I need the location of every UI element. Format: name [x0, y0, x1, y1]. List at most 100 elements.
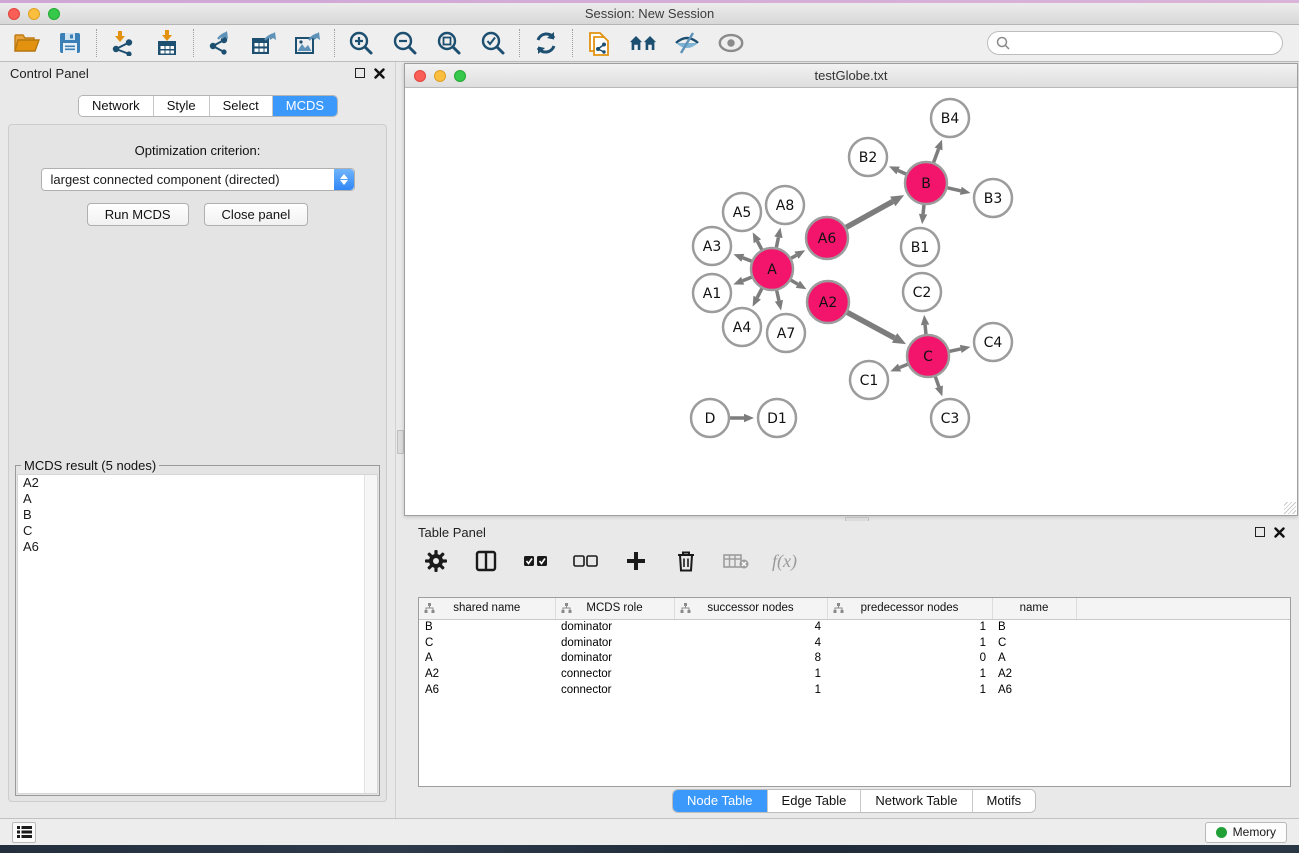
tab-select[interactable]: Select: [210, 96, 273, 116]
delete-table-icon[interactable]: [722, 547, 750, 575]
scrollbar[interactable]: [364, 475, 377, 793]
column-header[interactable]: MCDS role: [555, 598, 674, 619]
refresh-icon[interactable]: [532, 29, 560, 57]
export-network-icon[interactable]: [206, 29, 234, 57]
show-console-button[interactable]: [12, 822, 36, 843]
graph-node-label: A4: [733, 320, 752, 336]
table-cell[interactable]: C: [992, 635, 1076, 651]
columns-icon[interactable]: [472, 547, 500, 575]
table-cell[interactable]: dominator: [555, 635, 674, 651]
table-cell[interactable]: A2: [992, 666, 1076, 682]
tab-motifs[interactable]: Motifs: [973, 790, 1036, 812]
resize-grip-icon[interactable]: [1284, 502, 1296, 514]
import-table-icon[interactable]: [153, 29, 181, 57]
tab-mcds[interactable]: MCDS: [273, 96, 337, 116]
save-icon[interactable]: [56, 29, 84, 57]
table-row[interactable]: A6connector11A6: [419, 682, 1290, 698]
mcds-result-item[interactable]: A2: [18, 475, 377, 491]
arrowhead-icon: [919, 214, 927, 224]
graph-node-label: C: [923, 349, 933, 365]
table-row[interactable]: A2connector11A2: [419, 666, 1290, 682]
tab-node-table[interactable]: Node Table: [673, 790, 768, 812]
duplicate-network-icon[interactable]: [585, 29, 613, 57]
export-table-icon[interactable]: [250, 29, 278, 57]
table-cell[interactable]: connector: [555, 666, 674, 682]
table-cell[interactable]: 4: [674, 619, 827, 635]
add-column-icon[interactable]: [622, 547, 650, 575]
open-folder-icon[interactable]: [12, 29, 40, 57]
table-cell[interactable]: 8: [674, 650, 827, 666]
mcds-result-item[interactable]: A: [18, 491, 377, 507]
table-cell[interactable]: 4: [674, 635, 827, 651]
mcds-result-item[interactable]: C: [18, 523, 377, 539]
column-header[interactable]: name: [992, 598, 1076, 619]
zoom-fit-icon[interactable]: [435, 29, 463, 57]
column-header[interactable]: predecessor nodes: [827, 598, 992, 619]
table-row[interactable]: Adominator80A: [419, 650, 1290, 666]
table-cell[interactable]: dominator: [555, 619, 674, 635]
float-panel-icon[interactable]: [1255, 527, 1265, 537]
table-tabs: Node Table Edge Table Network Table Moti…: [672, 789, 1036, 813]
tab-edge-table[interactable]: Edge Table: [768, 790, 862, 812]
network-frame-titlebar[interactable]: testGlobe.txt: [405, 64, 1297, 88]
graph-node-label: D1: [767, 411, 787, 427]
mcds-result-item[interactable]: B: [18, 507, 377, 523]
control-panel-tabs: Network Style Select MCDS: [78, 95, 338, 117]
export-image-icon[interactable]: [294, 29, 322, 57]
window-title: Session: New Session: [0, 6, 1299, 21]
graph-node-label: A2: [819, 295, 837, 311]
run-mcds-button[interactable]: Run MCDS: [87, 203, 189, 226]
table-cell[interactable]: 1: [827, 682, 992, 698]
table-cell[interactable]: A6: [419, 682, 555, 698]
zoom-selected-icon[interactable]: [479, 29, 507, 57]
arrowhead-icon: [733, 277, 744, 285]
graph-node-label: C3: [941, 411, 960, 427]
float-panel-icon[interactable]: [355, 68, 365, 78]
column-header[interactable]: shared name: [419, 598, 555, 619]
search-input[interactable]: [987, 31, 1283, 55]
network-canvas[interactable]: AA1A2A3A4A5A6A7A8BB1B2B3B4CC1C2C3C4DD1: [405, 88, 1297, 515]
hide-panel-icon[interactable]: [673, 29, 701, 57]
table-cell[interactable]: A: [419, 650, 555, 666]
tab-network[interactable]: Network: [79, 96, 154, 116]
table-cell[interactable]: 0: [827, 650, 992, 666]
home-icon[interactable]: [629, 29, 657, 57]
close-panel-icon[interactable]: [374, 68, 385, 79]
close-panel-button[interactable]: Close panel: [204, 203, 309, 226]
table-row[interactable]: Cdominator41C: [419, 635, 1290, 651]
close-panel-icon[interactable]: [1274, 527, 1285, 538]
table-cell[interactable]: 1: [827, 666, 992, 682]
table-row[interactable]: Bdominator41B: [419, 619, 1290, 635]
memory-button[interactable]: Memory: [1205, 822, 1287, 843]
function-builder-icon[interactable]: f(x): [772, 551, 797, 572]
table-cell[interactable]: A6: [992, 682, 1076, 698]
table-cell[interactable]: A2: [419, 666, 555, 682]
criterion-select[interactable]: largest connected component (directed): [41, 168, 355, 191]
column-header[interactable]: successor nodes: [674, 598, 827, 619]
mcds-result-item[interactable]: A6: [18, 539, 377, 555]
table-cell[interactable]: B: [419, 619, 555, 635]
table-cell[interactable]: dominator: [555, 650, 674, 666]
delete-column-icon[interactable]: [672, 547, 700, 575]
node-table[interactable]: shared nameMCDS rolesuccessor nodesprede…: [418, 597, 1291, 787]
table-cell[interactable]: 1: [674, 666, 827, 682]
tab-network-table[interactable]: Network Table: [861, 790, 972, 812]
table-cell[interactable]: 1: [674, 682, 827, 698]
zoom-in-icon[interactable]: [347, 29, 375, 57]
import-network-icon[interactable]: [109, 29, 137, 57]
table-cell[interactable]: A: [992, 650, 1076, 666]
split-divider-grip[interactable]: [397, 430, 404, 454]
table-cell[interactable]: 1: [827, 635, 992, 651]
graph-node-label: B: [921, 176, 931, 192]
network-graph[interactable]: AA1A2A3A4A5A6A7A8BB1B2B3B4CC1C2C3C4DD1: [405, 88, 1297, 515]
deselect-all-icon[interactable]: [572, 547, 600, 575]
table-cell[interactable]: B: [992, 619, 1076, 635]
zoom-out-icon[interactable]: [391, 29, 419, 57]
tab-style[interactable]: Style: [154, 96, 210, 116]
select-all-icon[interactable]: [522, 547, 550, 575]
table-cell[interactable]: 1: [827, 619, 992, 635]
gear-icon[interactable]: [422, 547, 450, 575]
show-panel-icon[interactable]: [717, 29, 745, 57]
table-cell[interactable]: C: [419, 635, 555, 651]
table-cell[interactable]: connector: [555, 682, 674, 698]
